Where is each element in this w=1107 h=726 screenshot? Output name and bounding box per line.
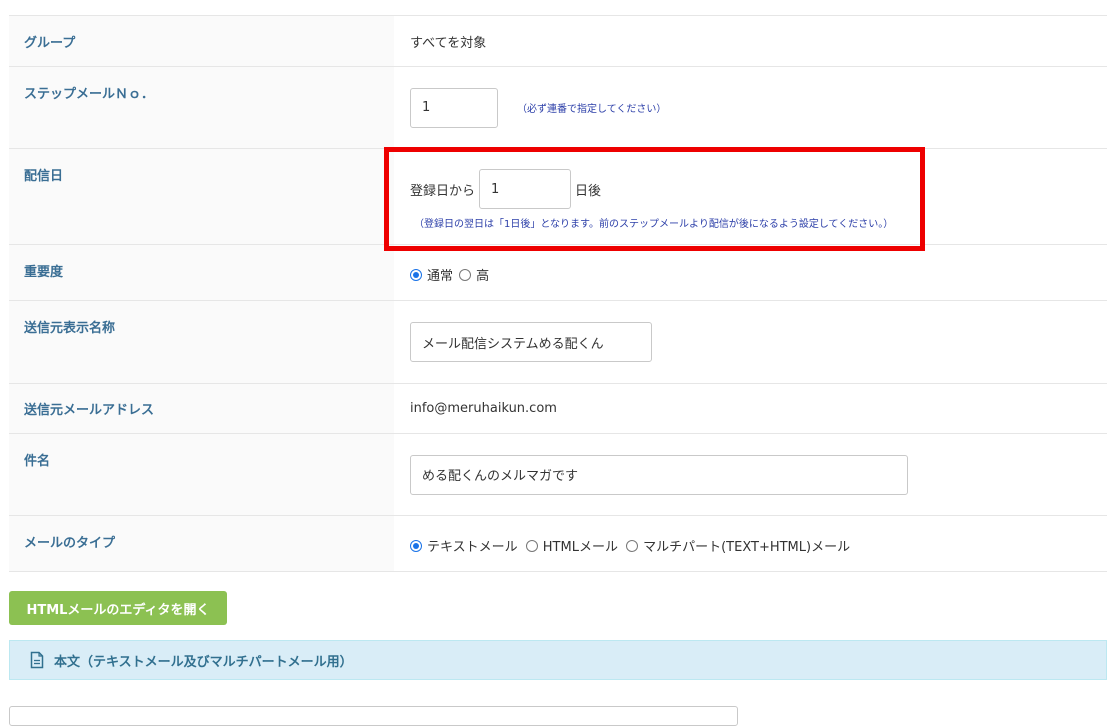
subject-label: 件名 — [9, 434, 394, 515]
row-sender-name: 送信元表示名称 メール配信システムめる配くん — [9, 301, 1107, 384]
sender-name-label: 送信元表示名称 — [9, 301, 394, 383]
sender-name-input[interactable]: メール配信システムめる配くん — [410, 322, 652, 362]
document-icon — [30, 651, 44, 669]
priority-normal-radio[interactable] — [410, 269, 422, 281]
settings-form-table: グループ すべてを対象 ステップメールＮｏ． 1 （必ず連番で指定してください）… — [9, 15, 1107, 572]
step-no-hint: （必ず連番で指定してください） — [517, 104, 667, 115]
mail-type-multipart-radio[interactable] — [626, 540, 639, 552]
step-no-input[interactable]: 1 — [410, 87, 498, 128]
priority-high-radio[interactable] — [459, 269, 472, 281]
open-html-editor-button[interactable]: HTMLメールのエディタを開く — [9, 591, 227, 625]
row-priority: 重要度 通常 高 — [9, 245, 1107, 301]
mail-type-html-label: HTMLメール — [542, 540, 618, 555]
group-value: すべてを対象 — [410, 35, 487, 51]
sender-address-value: info@meruhaikun.com — [410, 401, 557, 416]
mail-type-text-label: テキストメール — [427, 540, 518, 555]
priority-label: 重要度 — [9, 245, 394, 300]
body-section-header: 本文（テキストメール及びマルチパートメール用） — [9, 640, 1107, 680]
group-label: グループ — [9, 16, 394, 66]
body-section-title: 本文（テキストメール及びマルチパートメール用） — [54, 654, 353, 670]
mail-type-label: メールのタイプ — [9, 516, 394, 571]
row-mail-type: メールのタイプ テキストメール HTMLメール マルチパート(TEXT+HTML… — [9, 516, 1107, 572]
priority-high-label: 高 — [476, 269, 490, 284]
priority-normal-label: 通常 — [427, 269, 454, 284]
subject-input[interactable]: める配くんのメルマガです — [410, 454, 908, 495]
body-textarea[interactable] — [9, 706, 738, 726]
row-step-no: ステップメールＮｏ． 1 （必ず連番で指定してください） — [9, 67, 1107, 149]
row-subject: 件名 める配くんのメルマガです — [9, 434, 1107, 516]
send-day-label: 配信日 — [9, 149, 394, 244]
step-no-label: ステップメールＮｏ． — [9, 67, 394, 148]
highlight-box — [384, 147, 925, 251]
mail-type-html-radio[interactable] — [525, 540, 538, 552]
mail-type-multipart-label: マルチパート(TEXT+HTML)メール — [643, 540, 851, 555]
mail-type-text-radio[interactable] — [410, 540, 422, 552]
row-sender-address: 送信元メールアドレス info@meruhaikun.com — [9, 384, 1107, 434]
sender-address-label: 送信元メールアドレス — [9, 384, 394, 433]
row-group: グループ すべてを対象 — [9, 16, 1107, 67]
